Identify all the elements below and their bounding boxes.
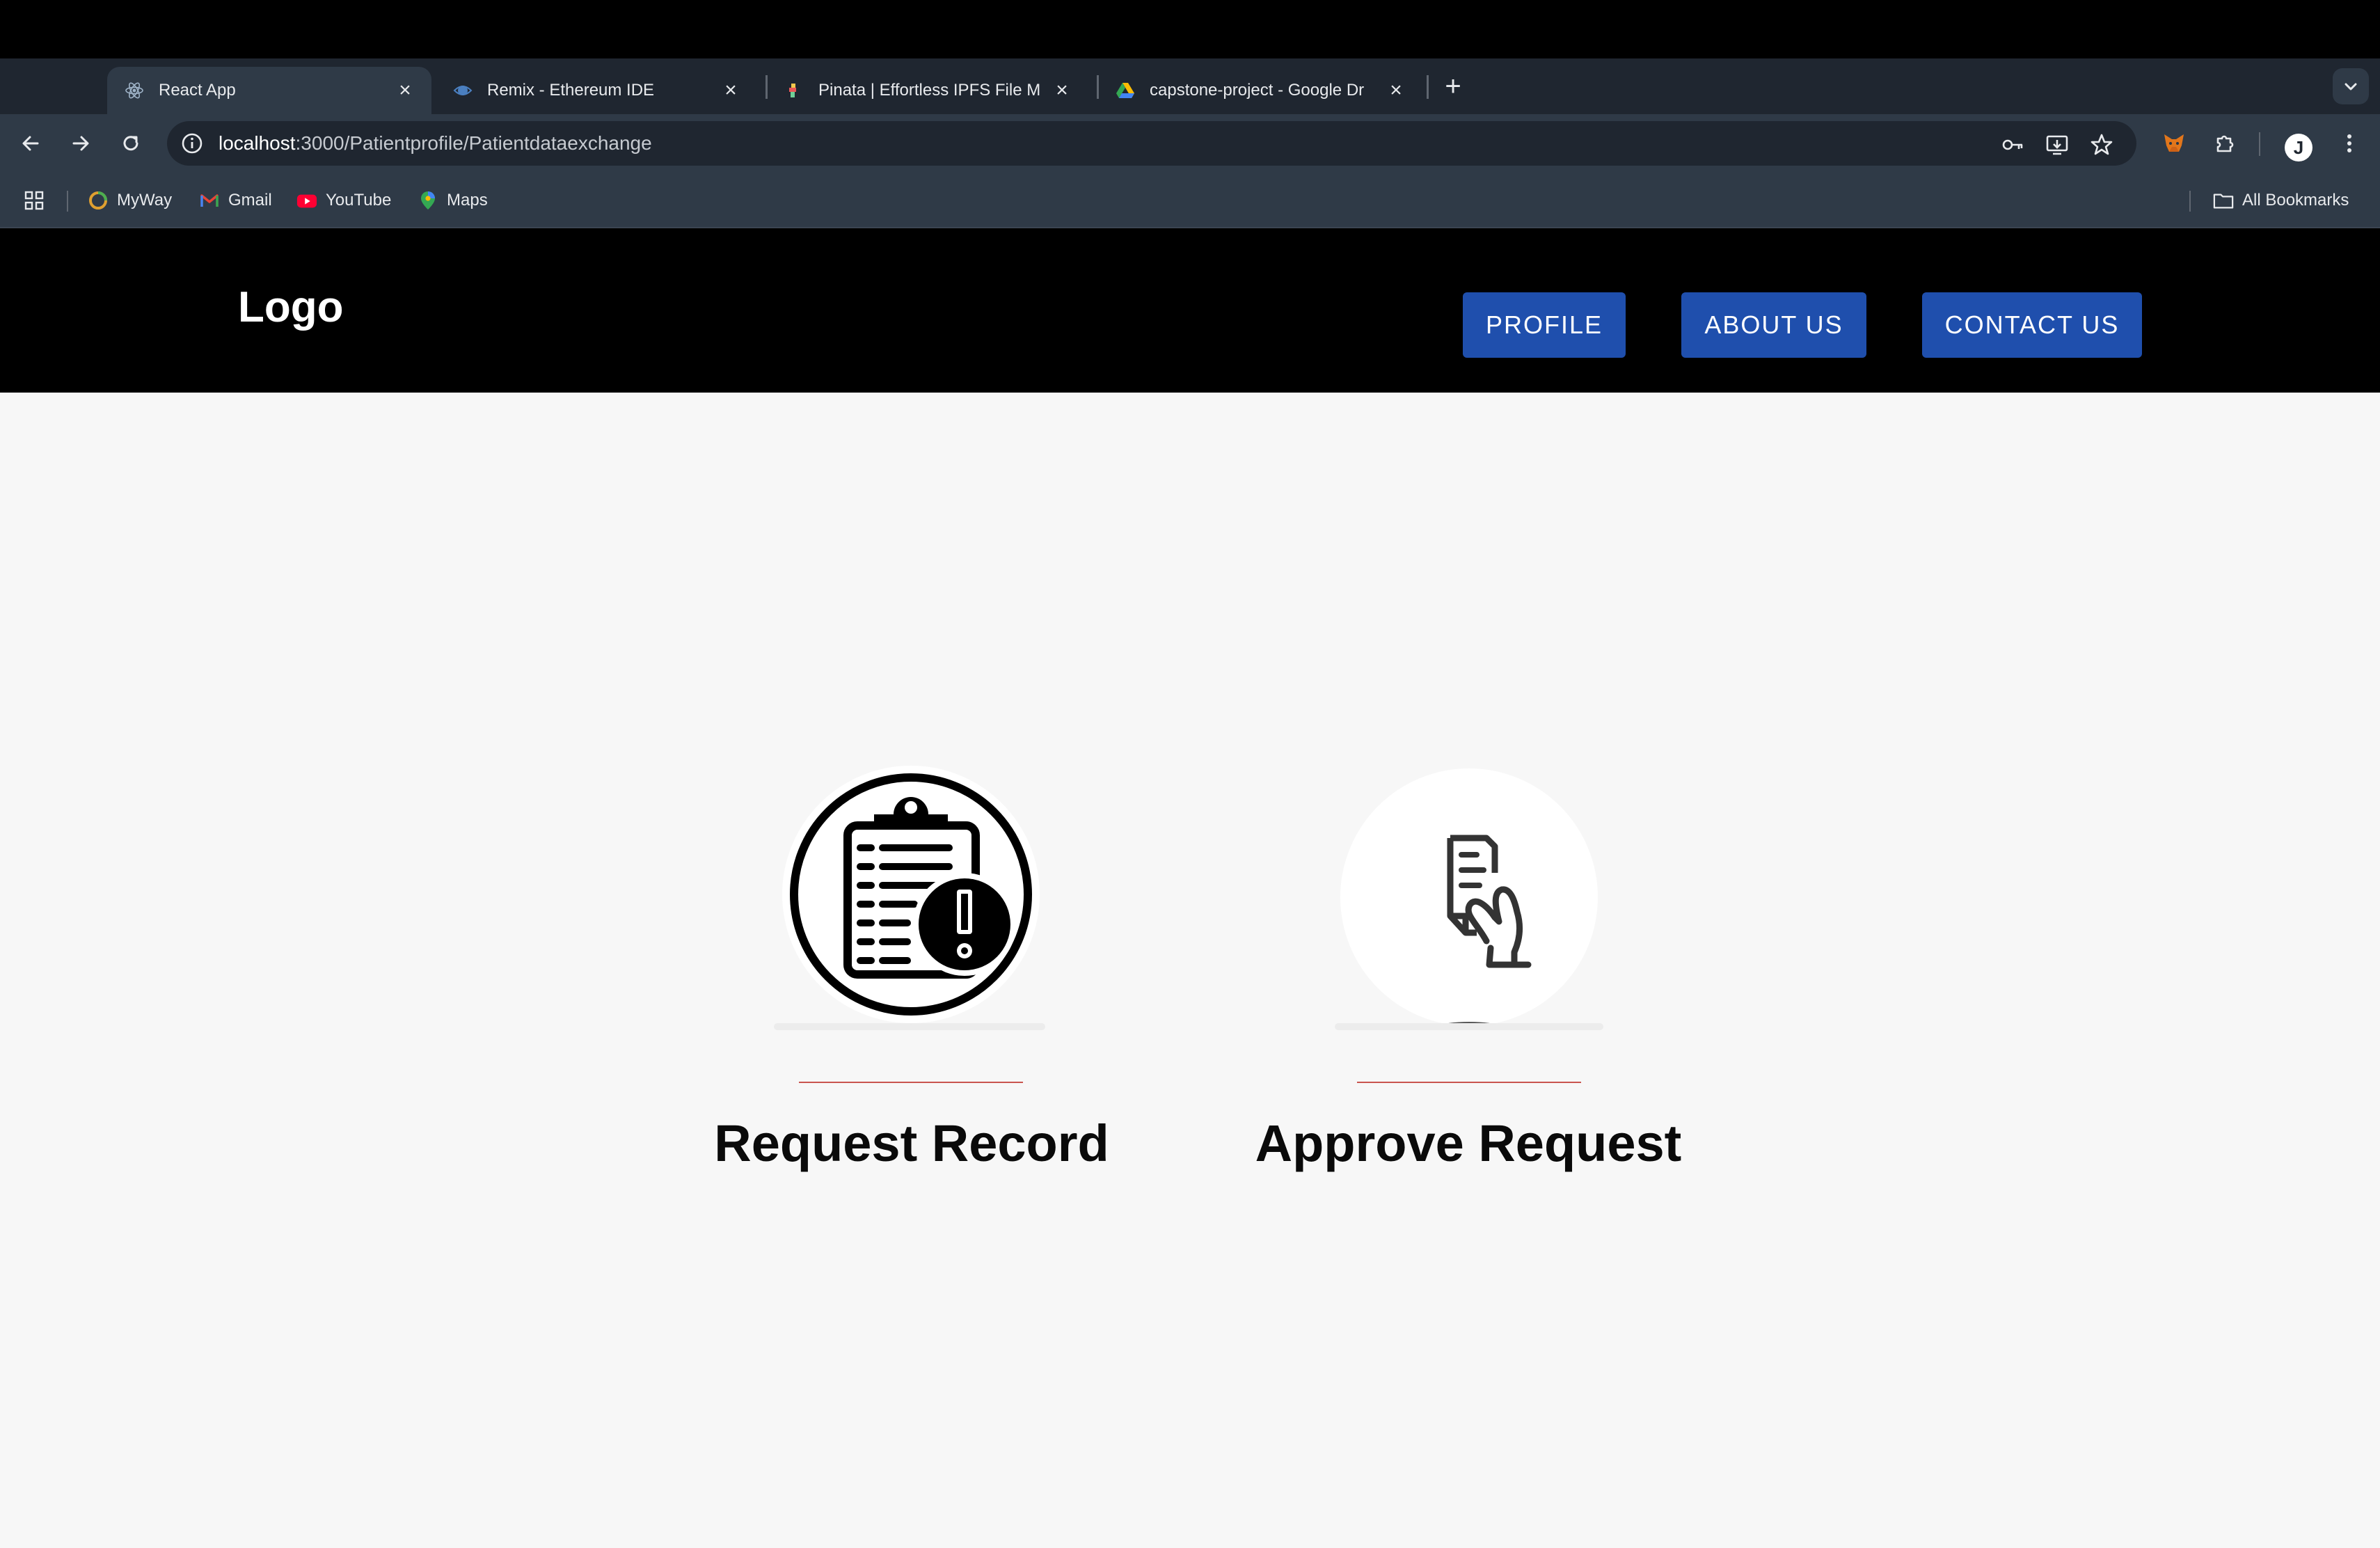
approve-request-title[interactable]: Approve Request — [1225, 1114, 1712, 1173]
app-logo[interactable]: Logo — [238, 283, 344, 332]
reload-icon — [123, 136, 138, 151]
all-bookmarks-button[interactable]: All Bookmarks — [2213, 173, 2349, 228]
tab-separator — [1427, 75, 1429, 99]
site-info-icon[interactable] — [180, 131, 205, 156]
tab-search-button[interactable] — [2333, 68, 2369, 104]
tab-title: Pinata | Effortless IPFS File M — [818, 81, 1041, 100]
profile-avatar[interactable]: J — [2285, 134, 2312, 161]
youtube-icon — [296, 190, 317, 211]
puzzle-icon — [2216, 135, 2234, 152]
hand-document-icon — [1441, 835, 1532, 1026]
browser-menu-button[interactable] — [2335, 129, 2363, 157]
address-bar[interactable]: localhost:3000/Patientprofile/Patientdat… — [167, 121, 2136, 166]
myway-icon — [88, 190, 109, 211]
browser-tab-strip: React App × Remix - Ethereum IDE × Pinat… — [0, 58, 2380, 114]
bookmarks-separator — [67, 191, 68, 212]
about-us-button[interactable]: ABOUT US — [1681, 292, 1866, 358]
profile-button[interactable]: PROFILE — [1463, 292, 1626, 358]
key-icon[interactable] — [2000, 132, 2025, 157]
star-icon[interactable] — [2089, 132, 2114, 157]
tab-separator — [765, 75, 768, 99]
clipboard-alert-icon — [790, 773, 1032, 1016]
tab-title: React App — [159, 81, 236, 100]
bookmarks-separator — [2189, 191, 2191, 212]
card-divider — [799, 1082, 1023, 1083]
remix-icon — [452, 80, 473, 101]
chevron-down-icon — [2345, 83, 2357, 90]
folder-icon — [2213, 190, 2234, 211]
react-icon — [124, 80, 145, 101]
screen-top-bar — [0, 0, 2380, 58]
app-navbar: Logo PROFILE ABOUT US CONTACT US — [0, 228, 2380, 393]
bookmarks-bar: MyWay Gmail YouTube Maps All Bookmarks — [0, 173, 2380, 228]
contact-us-button[interactable]: CONTACT US — [1922, 292, 2142, 358]
new-tab-button[interactable]: + — [1439, 72, 1467, 100]
bookmark-gmail[interactable]: Gmail — [199, 173, 272, 228]
close-icon[interactable]: × — [1052, 80, 1072, 101]
toolbar-separator — [2259, 132, 2260, 156]
gmail-icon — [199, 190, 220, 211]
bookmark-myway[interactable]: MyWay — [88, 173, 172, 228]
extensions-button[interactable] — [2212, 129, 2239, 157]
tab-pinata[interactable]: Pinata | Effortless IPFS File M × — [767, 67, 1088, 114]
more-vert-icon — [2347, 134, 2351, 152]
bookmark-maps[interactable]: Maps — [418, 173, 488, 228]
request-record-card[interactable] — [782, 766, 1040, 1023]
reload-button[interactable] — [117, 129, 145, 157]
bookmark-youtube[interactable]: YouTube — [296, 173, 391, 228]
card-shadow — [774, 1023, 1045, 1030]
arrow-right-icon — [72, 136, 89, 151]
fox-icon — [2164, 134, 2184, 152]
apps-grid-icon — [24, 191, 44, 210]
tab-title: Remix - Ethereum IDE — [487, 81, 655, 100]
back-button[interactable] — [17, 129, 45, 157]
arrow-left-icon — [22, 136, 39, 151]
approve-request-card[interactable] — [1340, 768, 1598, 1026]
close-icon[interactable]: × — [721, 80, 740, 101]
tab-google-drive[interactable]: capstone-project - Google Dr × — [1098, 67, 1422, 114]
pinata-icon — [784, 80, 804, 101]
url-text: localhost:3000/Patientprofile/Patientdat… — [219, 132, 652, 154]
browser-toolbar: localhost:3000/Patientprofile/Patientdat… — [0, 114, 2380, 173]
tab-title: capstone-project - Google Dr — [1150, 81, 1365, 100]
install-app-icon[interactable] — [2045, 132, 2070, 157]
apps-button[interactable] — [24, 173, 45, 228]
card-shadow — [1335, 1023, 1603, 1030]
maps-icon — [418, 190, 438, 211]
tab-separator — [1097, 75, 1099, 99]
google-drive-icon — [1115, 80, 1136, 101]
card-divider — [1357, 1082, 1581, 1083]
metamask-extension-button[interactable] — [2160, 129, 2188, 157]
close-icon[interactable]: × — [1386, 80, 1406, 101]
request-record-title[interactable]: Request Record — [696, 1114, 1127, 1173]
forward-button[interactable] — [67, 129, 95, 157]
tab-remix[interactable]: Remix - Ethereum IDE × — [436, 67, 757, 114]
tab-react-app[interactable]: React App × — [107, 67, 431, 114]
close-icon[interactable]: × — [395, 80, 415, 101]
